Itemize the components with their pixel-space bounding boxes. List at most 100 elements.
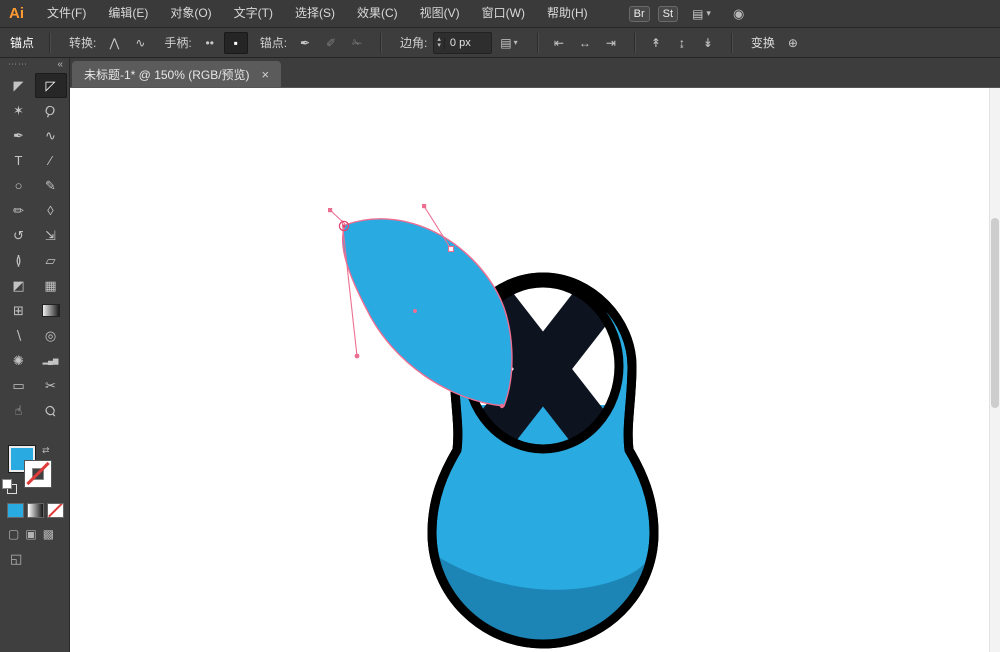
default-fill-stroke-icon[interactable] [2, 479, 17, 494]
align-center-button[interactable]: ↔ [573, 32, 597, 54]
draw-inside-icon[interactable]: ▩ [43, 527, 54, 541]
menu-type[interactable]: 文字(T) [223, 0, 284, 27]
hand-tool-icon: ☝ [14, 402, 23, 418]
transform-widget-button[interactable]: ⊕ [781, 32, 805, 54]
gradient-tool[interactable] [35, 298, 67, 323]
free-transform-tool-icon: ▱ [45, 252, 56, 268]
menu-view[interactable]: 视图(V) [409, 0, 471, 27]
align-center-icon: ↔ [578, 35, 591, 50]
shaper-tool[interactable]: ✏ [3, 198, 35, 223]
draw-behind-icon[interactable]: ▣ [25, 527, 36, 541]
pen-tool[interactable]: ✒ [3, 123, 35, 148]
column-graph-tool[interactable]: ▂▄▆ [35, 348, 67, 373]
menu-help[interactable]: 帮助(H) [536, 0, 599, 27]
close-icon[interactable]: × [262, 67, 270, 82]
corner-stepper[interactable]: ▴ ▾ [433, 31, 492, 54]
menu-effect[interactable]: 效果(C) [346, 0, 409, 27]
align-middle-button[interactable]: ↨ [670, 32, 694, 54]
corner-input[interactable] [444, 36, 491, 49]
align-left-button[interactable]: ⇤ [547, 32, 571, 54]
stroke-swatch[interactable] [24, 460, 52, 488]
pen-tool-icon: ✒ [13, 127, 24, 143]
shape-builder-tool[interactable]: ◩ [3, 273, 35, 298]
menu-file[interactable]: 文件(F) [36, 0, 97, 27]
gpu-performance-icon[interactable]: ◉ [733, 6, 744, 22]
canvas[interactable] [70, 88, 1000, 652]
color-mode-row [0, 503, 69, 518]
tools-panel: ⋯⋯ « ◤ ◸ ✶ Ϙ ✒ ∿ T ∕ ○ ✎ ✏ ◊ ↺ ⇲ ≬ ▱ ◩ ▦… [0, 58, 70, 652]
collapse-panel-icon[interactable]: « [57, 59, 63, 70]
separator [536, 32, 538, 53]
convert-smooth-button[interactable]: ∿ [128, 32, 152, 54]
artboard-tool[interactable]: ▭ [3, 373, 35, 398]
document-tab[interactable]: 未标题-1* @ 150% (RGB/预览) × [72, 61, 282, 87]
cut-path-button[interactable]: ✁ [345, 32, 369, 54]
paintbrush-tool[interactable]: ✎ [35, 173, 67, 198]
convert-corner-button[interactable]: ⋀ [102, 32, 126, 54]
blend-tool[interactable]: ◎ [35, 323, 67, 348]
add-anchor-button[interactable]: ✒ [293, 32, 317, 54]
stock-button[interactable]: St [657, 5, 679, 22]
color-mode-button[interactable] [7, 503, 24, 518]
ellipse-tool[interactable]: ○ [3, 173, 35, 198]
show-handles-button[interactable]: •• [198, 32, 222, 54]
screen-mode-button[interactable]: ◱ [0, 551, 69, 567]
corner-options-button[interactable]: ▤ ▾ [492, 32, 526, 54]
handle-label: 手柄: [164, 36, 192, 50]
scrollbar-thumb[interactable] [991, 218, 999, 408]
symbol-sprayer-tool[interactable]: ✺ [3, 348, 35, 373]
convert-smooth-icon: ∿ [135, 35, 146, 50]
menu-select[interactable]: 选择(S) [284, 0, 346, 27]
hide-handles-button[interactable]: ▪ [223, 31, 248, 54]
align-bottom-button[interactable]: ↡ [696, 32, 720, 54]
hand-tool[interactable]: ☝ [3, 398, 35, 423]
leaf-object[interactable] [328, 204, 513, 409]
workspace-switcher[interactable]: ▤ ▾ [692, 7, 711, 21]
panel-grip-icon[interactable]: ⋯⋯ [8, 59, 28, 70]
spin-down-icon[interactable]: ▾ [437, 42, 441, 49]
magic-wand-tool[interactable]: ✶ [3, 98, 35, 123]
vertical-scrollbar[interactable] [989, 88, 1000, 652]
align-top-button[interactable]: ↟ [644, 32, 668, 54]
curvature-tool[interactable]: ∿ [35, 123, 67, 148]
swap-fill-stroke-icon[interactable]: ⇄ [42, 445, 50, 456]
gradient-mode-button[interactable] [27, 503, 44, 518]
separator [730, 32, 732, 53]
bridge-button[interactable]: Br [628, 5, 650, 22]
eyedropper-tool[interactable]: ∖ [3, 323, 35, 348]
artwork-svg[interactable] [70, 88, 1000, 652]
magic-wand-tool-icon: ✶ [13, 102, 24, 118]
lasso-tool-icon: Ϙ [43, 101, 58, 120]
lasso-tool[interactable]: Ϙ [35, 98, 67, 123]
illustrator-window: Ai 文件(F) 编辑(E) 对象(O) 文字(T) 选择(S) 效果(C) 视… [0, 0, 1000, 652]
align-right-button[interactable]: ⇥ [599, 32, 623, 54]
mesh-tool[interactable]: ⊞ [3, 298, 35, 323]
direct-selection-tool[interactable]: ◸ [34, 73, 67, 98]
width-tool[interactable]: ≬ [3, 248, 35, 273]
leaf-path[interactable] [341, 218, 513, 407]
convert-corner-icon: ⋀ [109, 35, 120, 50]
type-tool[interactable]: T [3, 148, 35, 173]
eraser-tool[interactable]: ◊ [35, 198, 67, 223]
transform-link[interactable]: 变换 [751, 34, 775, 51]
remove-anchor-button[interactable]: ✐ [319, 32, 343, 54]
menu-window[interactable]: 窗口(W) [471, 0, 536, 27]
free-transform-tool[interactable]: ▱ [35, 248, 67, 273]
zoom-tool[interactable]: Ϙ [35, 398, 67, 423]
separator [380, 32, 382, 53]
menu-object[interactable]: 对象(O) [159, 0, 222, 27]
perspective-grid-tool[interactable]: ▦ [35, 273, 67, 298]
draw-normal-icon[interactable]: ▢ [8, 527, 19, 541]
gradient-tool-icon [41, 304, 60, 317]
corner-options-icon: ▤ [500, 35, 512, 50]
line-segment-tool[interactable]: ∕ [35, 148, 67, 173]
scale-tool[interactable]: ⇲ [35, 223, 67, 248]
selection-tool[interactable]: ◤ [3, 73, 35, 98]
app-logo: Ai [9, 5, 24, 22]
cut-path-icon: ✁ [352, 35, 363, 50]
slice-tool[interactable]: ✂ [35, 373, 67, 398]
symbol-sprayer-tool-icon: ✺ [13, 352, 24, 368]
none-mode-button[interactable] [47, 503, 64, 518]
menu-edit[interactable]: 编辑(E) [97, 0, 159, 27]
rotate-tool[interactable]: ↺ [3, 223, 35, 248]
